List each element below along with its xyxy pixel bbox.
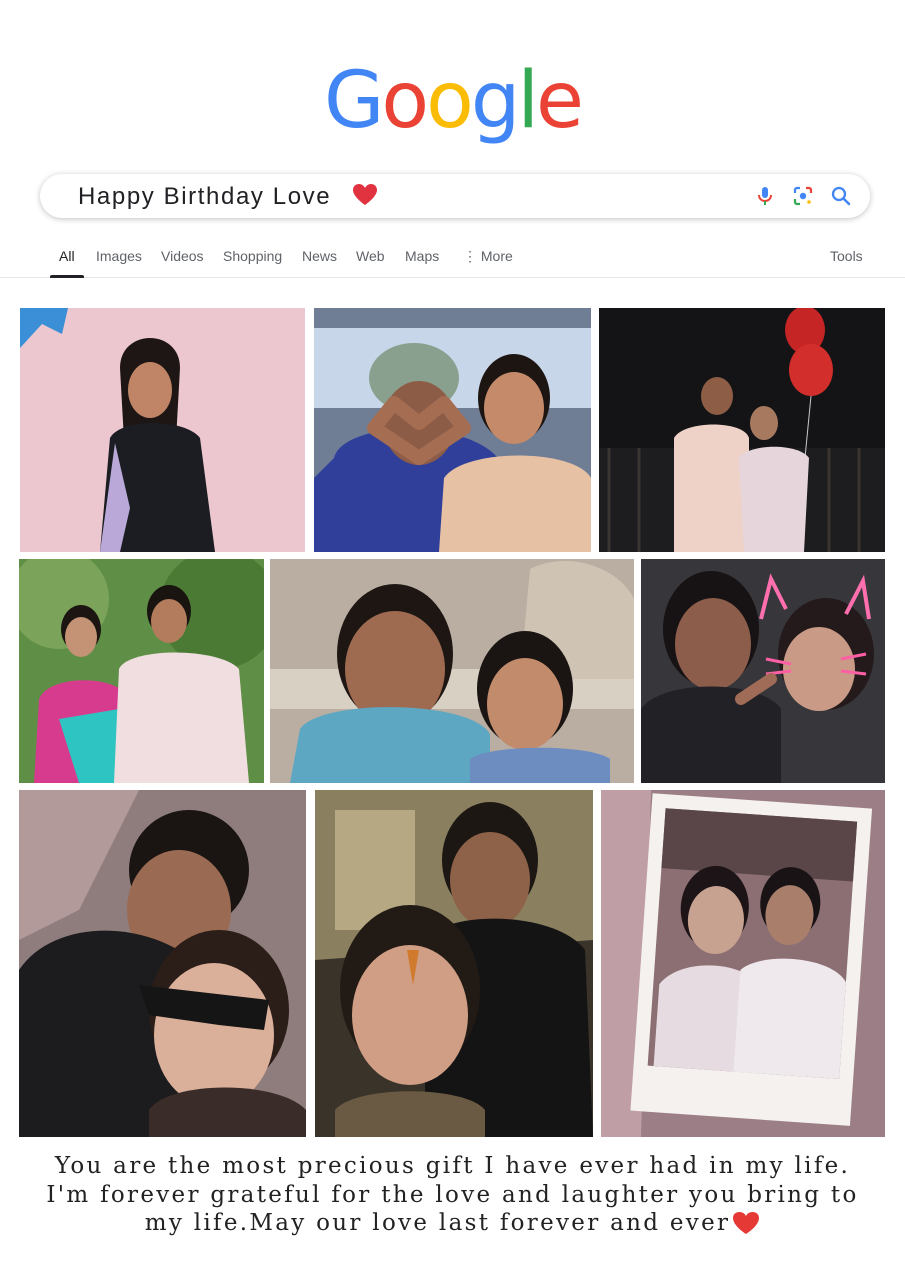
tab-all[interactable]: All [59,248,75,264]
tab-maps[interactable]: Maps [405,248,439,264]
tab-videos[interactable]: Videos [161,248,204,264]
heart-emoji-icon [353,184,377,205]
logo-letter: l [517,56,539,146]
photo-couple-selfie-palace[interactable] [270,559,634,783]
active-tab-indicator [50,275,84,278]
mic-icon[interactable] [753,184,777,208]
photo-couple-polaroid-frame[interactable] [601,790,885,1137]
logo-letter: o [381,56,429,146]
photo-couple-red-balloons[interactable] [599,308,885,552]
message-line-1: You are the most precious gift I have ev… [54,1153,851,1179]
tab-shopping[interactable]: Shopping [223,248,282,264]
photo-couple-green-trees[interactable] [19,559,264,783]
logo-letter: g [470,56,520,146]
photo-couple-temple-night[interactable] [315,790,593,1137]
photo-couple-sunglasses-selfie[interactable] [19,790,306,1137]
google-logo: Google [0,62,905,140]
logo-letter: e [536,56,584,146]
tab-images[interactable]: Images [96,248,142,264]
lens-icon[interactable] [791,184,815,208]
heart-icon [733,1212,760,1234]
tab-news[interactable]: News [302,248,337,264]
message-line-2: I'm forever grateful for the love and la… [46,1181,859,1208]
tab-more[interactable]: ⋮ More [463,248,513,265]
search-bar[interactable]: Happy Birthday Love [40,174,870,218]
photo-woman-pink-wall[interactable] [20,308,305,552]
birthday-message: You are the most precious gift I have ev… [20,1152,885,1238]
tab-tools[interactable]: Tools [830,248,863,264]
logo-letter: o [426,56,474,146]
search-tabs: All Images Videos Shopping News Web Maps… [0,240,905,278]
search-query[interactable]: Happy Birthday Love [78,183,331,211]
tab-web[interactable]: Web [356,248,385,264]
photo-couple-heart-hands[interactable] [314,308,591,552]
message-line-3: my life.May our love last forever and ev… [20,1209,885,1238]
photo-couple-cat-filter[interactable] [641,559,885,783]
search-icon[interactable] [829,184,853,208]
message-line-3-text: my life.May our love last forever and ev… [144,1210,731,1236]
logo-letter: G [323,56,384,146]
